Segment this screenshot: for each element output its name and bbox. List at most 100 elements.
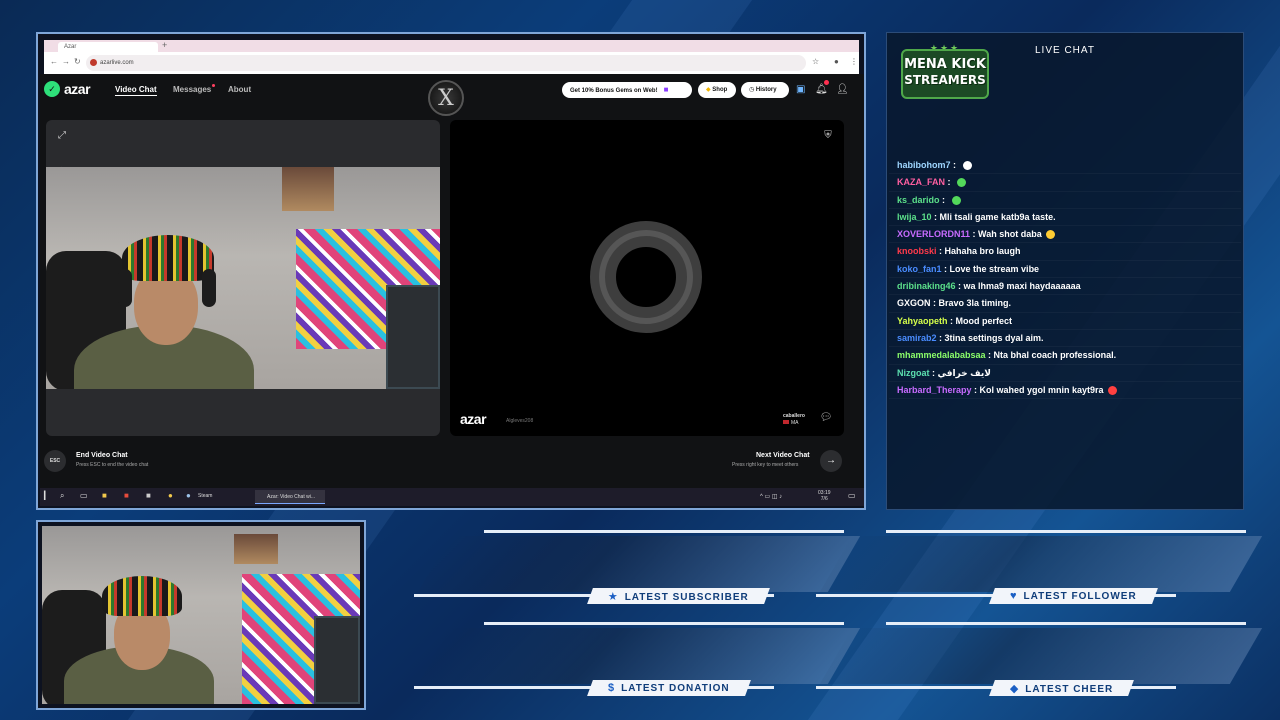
user-profile-icon[interactable]: 👤︎ — [836, 84, 849, 95]
clock-date: 7/6 — [820, 496, 828, 502]
next-chat-title: Next Video Chat — [756, 452, 810, 459]
chat-username[interactable]: koko_fan1 — [897, 264, 942, 274]
remote-video-panel: ⛨ azar Algleves208 caballero MA 💬︎ — [450, 120, 844, 436]
chat-text: 3tina settings dyal aim. — [944, 332, 1044, 343]
live-chat-panel: ★★★ MENA KICK STREAMERS LIVE CHAT habibo… — [886, 32, 1244, 510]
azar-logo[interactable]: ✓ azar — [44, 81, 91, 97]
windows-taskbar: ▎ ⌕ ▭ ■ ■ ■ ● ● Steam Azar: Video Chat w… — [40, 488, 864, 506]
end-chat-hint: Press ESC to end the video chat — [76, 462, 149, 468]
emote-icon — [957, 178, 967, 188]
chat-separator: : — [970, 229, 979, 240]
alert-label: ♥ LATEST FOLLOWER — [989, 588, 1158, 604]
new-tab-icon[interactable]: + — [162, 40, 167, 50]
mena-kick-streamers-logo: ★★★ MENA KICK STREAMERS — [901, 43, 989, 103]
task-view-icon[interactable]: ▭ — [80, 491, 88, 500]
wall-poster — [282, 167, 334, 211]
app-icon[interactable]: ■ — [124, 491, 129, 500]
chat-bubble-icon[interactable]: 💬︎ — [818, 410, 834, 426]
chat-message: XOVERLORDN11 : Wah shot daba — [889, 226, 1241, 244]
gift-icon: ■ — [663, 85, 669, 94]
chat-username[interactable]: Yahyaopeth — [897, 316, 948, 326]
chat-username[interactable]: Nizgoat — [897, 368, 930, 378]
chat-username[interactable]: knoobski — [897, 246, 937, 256]
diamond-icon: ◆ — [1010, 682, 1020, 695]
chat-separator: : — [930, 298, 939, 309]
report-shield-icon[interactable]: ⛨ — [820, 128, 836, 144]
azar-logo-text: azar — [64, 81, 91, 97]
steam-icon[interactable]: ● — [186, 491, 191, 500]
streamer-hat — [102, 576, 182, 616]
chat-message: habibohom7 : — [889, 157, 1241, 175]
start-icon[interactable]: ▎ — [44, 491, 50, 500]
latest-donation-label: LATEST DONATION — [621, 683, 730, 694]
chat-username[interactable]: dribinaking46 — [897, 281, 956, 291]
chat-username[interactable]: GXGON — [897, 298, 931, 308]
chat-text: Hahaha bro laugh — [944, 246, 1021, 257]
bonus-gems-button[interactable]: Get 10% Bonus Gems on Web! ■ — [562, 82, 692, 98]
history-label: History — [755, 87, 777, 93]
chat-message: Nizgoat : لايف خرافي — [889, 365, 1241, 382]
chat-username[interactable]: Harbard_Therapy — [897, 385, 972, 395]
profile-icon[interactable]: ● — [834, 57, 839, 66]
steam-task-label[interactable]: Steam — [198, 493, 212, 499]
chat-message: knoobski : Hahaha bro laugh — [889, 243, 1241, 261]
next-chat-button[interactable]: → — [820, 450, 842, 472]
system-tray-icons[interactable]: ^ ▭ ◫ ♪ — [760, 493, 782, 500]
alert-panel — [819, 536, 1263, 592]
chat-message: ks_darido : — [889, 192, 1241, 209]
latest-follower-label: LATEST FOLLOWER — [1023, 591, 1137, 602]
latest-donation-box: $ LATEST DONATION — [414, 622, 861, 696]
browser-tab[interactable]: Azar — [58, 42, 158, 52]
search-icon[interactable]: ⌕ — [60, 491, 64, 501]
remote-country-code: MA — [791, 420, 799, 426]
history-button[interactable]: ◷ History — [741, 82, 789, 98]
back-icon[interactable]: ← — [50, 57, 58, 66]
reload-icon[interactable]: ↻ — [74, 57, 81, 66]
shop-button[interactable]: ◆ Shop — [698, 82, 736, 98]
chrome-icon[interactable]: ● — [168, 491, 173, 500]
chat-username[interactable]: samirab2 — [897, 333, 937, 343]
nav-video-chat[interactable]: Video Chat — [115, 85, 157, 96]
chrome-task-button[interactable]: Azar: Video Chat wi... — [255, 490, 325, 504]
menu-icon[interactable]: ⋮ — [850, 57, 858, 66]
chat-username[interactable]: habibohom7 — [897, 160, 951, 170]
bookmark-icon[interactable]: ☆ — [812, 57, 819, 66]
file-explorer-icon[interactable]: ■ — [102, 491, 107, 500]
chat-text: wa lhma9 maxi haydaaaaaa — [963, 281, 1081, 292]
expand-icon[interactable]: ⤢ — [54, 128, 70, 144]
inbox-icon[interactable]: ▣ — [796, 84, 805, 95]
local-camera-feed — [46, 167, 440, 389]
local-video-panel: ⤢ ✦ ☺ — [46, 120, 440, 436]
chat-username[interactable]: XOVERLORDN11 — [897, 229, 970, 239]
esc-button[interactable]: ESC — [44, 450, 66, 472]
screen-capture-frame: Azar + ← → ↻ azarlive.com ☆ ● ⋮ ✓ azar V… — [36, 32, 866, 510]
chat-username[interactable]: KAZA_FAN — [897, 177, 945, 187]
site-info-icon[interactable] — [90, 59, 97, 66]
chat-message: Yahyaopeth : Mood perfect — [889, 313, 1241, 330]
top-rule — [484, 622, 844, 625]
emote-icon — [1045, 230, 1055, 240]
nav-messages[interactable]: Messages — [173, 84, 216, 94]
forward-icon[interactable]: → — [62, 57, 70, 66]
chat-text: Nta bhal coach professional. — [993, 350, 1117, 361]
remote-user-name: caballero — [783, 413, 805, 419]
notifications-icon[interactable]: ▭ — [848, 491, 856, 500]
azar-watermark: azar — [460, 411, 487, 427]
streamer-x-logo: X — [428, 80, 464, 116]
chat-username[interactable]: mhammedalababsaa — [897, 350, 986, 360]
top-rule — [886, 622, 1246, 625]
url-bar[interactable]: azarlive.com — [86, 55, 806, 71]
bell-icon[interactable]: 🔔︎ — [815, 84, 828, 95]
chat-message: lwija_10 : Mli tsali game katb9a taste. — [889, 209, 1241, 227]
chat-username[interactable]: lwija_10 — [897, 212, 932, 222]
emote-icon — [951, 195, 961, 205]
taskbar-clock[interactable]: 03:19 7/6 — [818, 490, 831, 502]
nav-about[interactable]: About — [228, 85, 251, 94]
app-icon[interactable]: ■ — [146, 491, 151, 500]
emote-icon — [1107, 385, 1117, 395]
heart-icon: ♥ — [1010, 590, 1018, 602]
alert-panel — [819, 628, 1263, 684]
chat-username[interactable]: ks_darido — [897, 195, 940, 205]
notification-badge — [824, 80, 829, 85]
chat-separator: : — [931, 211, 940, 222]
